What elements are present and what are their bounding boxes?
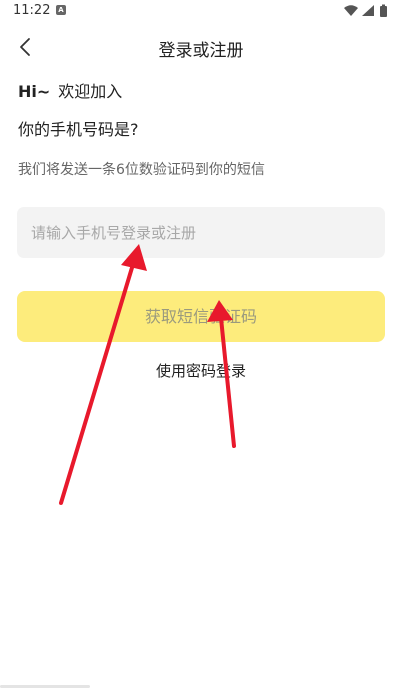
phone-question: 你的手机号码是? bbox=[18, 120, 139, 139]
battery-icon bbox=[380, 4, 387, 17]
status-icons bbox=[344, 4, 390, 18]
greeting: Hi~ 欢迎加入 bbox=[18, 78, 122, 102]
sms-hint: 我们将发送一条6位数验证码到你的短信 bbox=[18, 162, 265, 178]
greeting-text: 欢迎加入 bbox=[58, 82, 123, 101]
annotation-overlay bbox=[59, 244, 236, 505]
status-time: 11:22 bbox=[13, 3, 51, 18]
status-bar: 11:22 A bbox=[0, 0, 402, 22]
phone-input[interactable] bbox=[17, 207, 385, 258]
greeting-hi: Hi~ bbox=[18, 82, 51, 101]
notification-icon: A bbox=[56, 5, 66, 15]
page-title: 登录或注册 bbox=[158, 41, 244, 61]
get-sms-code-button[interactable]: 获取短信验证码 bbox=[17, 291, 385, 342]
nav-bar: 登录或注册 bbox=[0, 28, 402, 64]
signal-icon bbox=[362, 5, 374, 16]
password-login-link[interactable]: 使用密码登录 bbox=[0, 360, 402, 381]
wifi-icon bbox=[344, 5, 358, 16]
